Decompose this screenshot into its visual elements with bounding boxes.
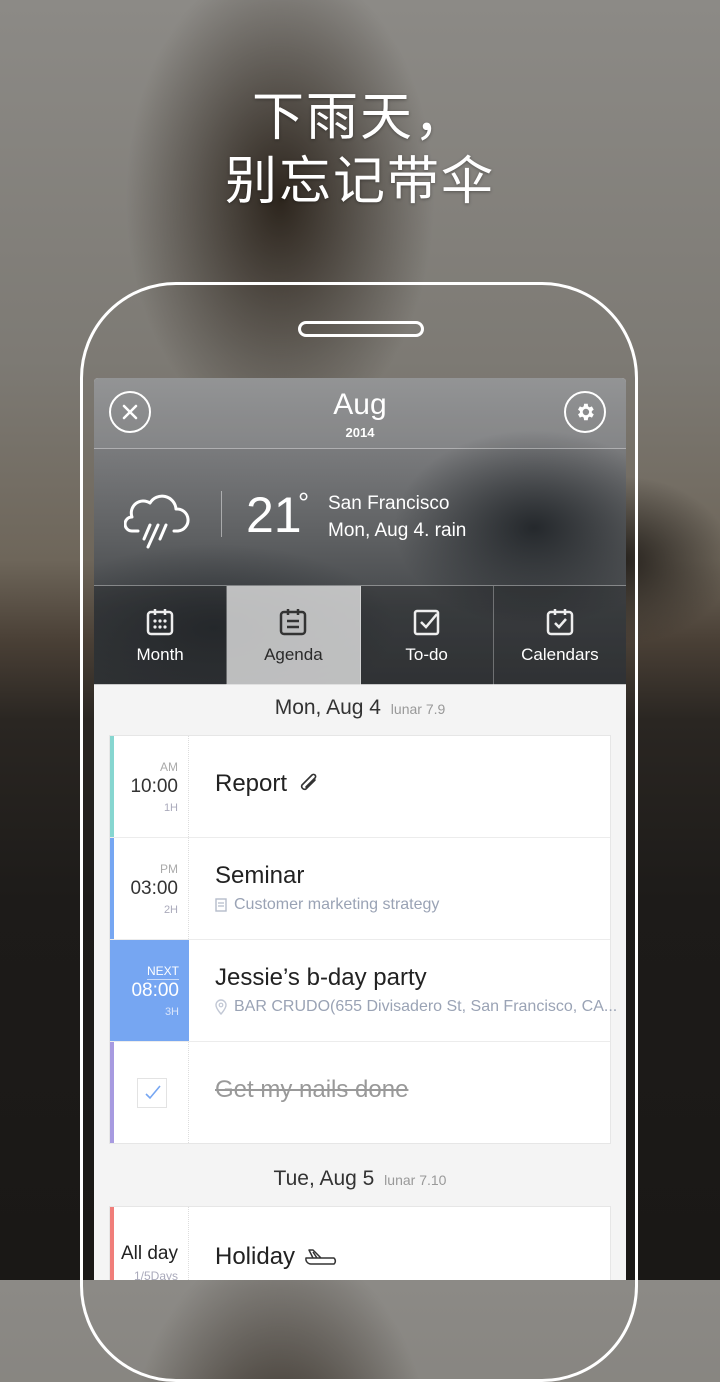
phone-speaker	[298, 321, 424, 337]
app-screen: Aug 2014 21 ° San Francisco Mon, Aug 4. …	[94, 378, 626, 1280]
event-title-row: Holiday	[215, 1243, 343, 1271]
event-start-time: 08:00	[131, 980, 179, 1001]
event-note-text: Customer marketing strategy	[234, 896, 440, 913]
day-card: AM 10:00 1H Report PM 03:00 2H Seminar C…	[110, 736, 617, 1143]
event-time: AM 10:00 1H	[110, 736, 189, 837]
checkbox-icon	[413, 609, 439, 635]
event-row[interactable]: PM 03:00 2H Seminar Customer marketing s…	[110, 838, 610, 940]
airplane-icon	[305, 1249, 337, 1265]
next-badge: NEXT	[146, 964, 179, 980]
day-span: 1/5Days	[133, 1269, 178, 1280]
event-duration: 2H	[163, 904, 178, 916]
agenda-list: Mon, Aug 4 lunar 7.9 AM 10:00 1H Report	[94, 684, 626, 1280]
event-title: Seminar	[215, 862, 305, 889]
all-day-label: All day	[120, 1243, 178, 1264]
paperclip-icon	[300, 773, 317, 791]
day-date: Mon, Aug 4	[274, 696, 381, 719]
degree-symbol: °	[298, 487, 310, 518]
agenda-list-icon	[280, 608, 307, 635]
weather-widget[interactable]: 21 ° San Francisco Mon, Aug 4. rain	[94, 449, 626, 585]
weather-divider	[221, 491, 222, 537]
rain-cloud-icon	[124, 494, 190, 549]
event-location: BAR CRUDO(655 Divisadero St, San Francis…	[215, 998, 617, 1016]
tab-month-label: Month	[136, 644, 184, 664]
event-title: Report	[215, 770, 288, 797]
day-card: All day 1/5Days Holiday	[110, 1207, 610, 1280]
tab-todo[interactable]: To-do	[360, 586, 494, 685]
event-duration: 3H	[164, 1006, 179, 1018]
event-note: Customer marketing strategy	[215, 896, 439, 914]
weather-header: Aug 2014 21 ° San Francisco Mon, Aug 4. …	[94, 378, 626, 685]
weather-city: San Francisco	[328, 493, 450, 514]
event-duration: 1H	[163, 802, 178, 814]
promo-line-1: 下雨天，	[251, 88, 468, 148]
todo-checkbox[interactable]	[137, 1078, 167, 1108]
event-location-text: BAR CRUDO(655 Divisadero St, San Francis…	[234, 998, 618, 1015]
view-tabs: Month Agenda To-do Calendars	[94, 585, 626, 685]
event-ampm: AM	[160, 760, 178, 774]
weather-date-condition: Mon, Aug 4. rain	[328, 520, 467, 541]
event-row[interactable]: AM 10:00 1H Report	[110, 736, 610, 838]
day-header: Tue, Aug 5 lunar 7.10	[94, 1155, 626, 1207]
tab-calendars[interactable]: Calendars	[493, 586, 626, 685]
calendar-grid-icon	[146, 608, 174, 635]
event-start-time: 10:00	[130, 776, 178, 797]
year-title: 2014	[345, 425, 375, 440]
event-time: PM 03:00 2H	[110, 838, 189, 939]
checkmark-icon	[145, 1085, 161, 1100]
promo-line-2: 别忘记带伞	[224, 152, 495, 212]
event-time: All day 1/5Days	[110, 1207, 189, 1280]
tab-calendars-label: Calendars	[521, 644, 599, 664]
month-title: Aug	[333, 388, 387, 421]
event-row[interactable]: All day 1/5Days Holiday	[110, 1207, 610, 1280]
temperature: 21	[246, 487, 302, 543]
note-icon	[215, 898, 227, 912]
event-title-row: Report	[215, 770, 321, 798]
event-start-time: 03:00	[130, 878, 178, 899]
todo-title: Get my nails done	[215, 1076, 409, 1103]
promo-headline: 下雨天， 别忘记带伞	[0, 86, 720, 214]
tab-todo-label: To-do	[405, 644, 448, 664]
event-time: NEXT 08:00 3H	[110, 940, 189, 1041]
lunar-date: lunar 7.9	[390, 701, 446, 717]
tab-agenda-label: Agenda	[264, 644, 323, 664]
event-ampm: PM	[160, 862, 178, 876]
tab-month[interactable]: Month	[94, 586, 228, 685]
event-row-next[interactable]: NEXT 08:00 3H Jessie’s b-day party BAR C…	[110, 940, 617, 1042]
todo-row[interactable]: Get my nails done	[110, 1042, 610, 1143]
todo-check-col	[110, 1042, 189, 1143]
calendar-check-icon	[546, 608, 574, 635]
event-title: Jessie’s b-day party	[215, 964, 427, 991]
lunar-date: lunar 7.10	[384, 1172, 447, 1188]
tab-agenda[interactable]: Agenda	[227, 586, 361, 685]
day-header: Mon, Aug 4 lunar 7.9	[94, 684, 626, 736]
day-date: Tue, Aug 5	[273, 1167, 375, 1190]
top-bar: Aug 2014	[94, 378, 626, 449]
gear-icon	[578, 403, 594, 421]
location-pin-icon	[215, 999, 227, 1015]
settings-button[interactable]	[564, 391, 606, 433]
event-title: Holiday	[215, 1243, 296, 1270]
